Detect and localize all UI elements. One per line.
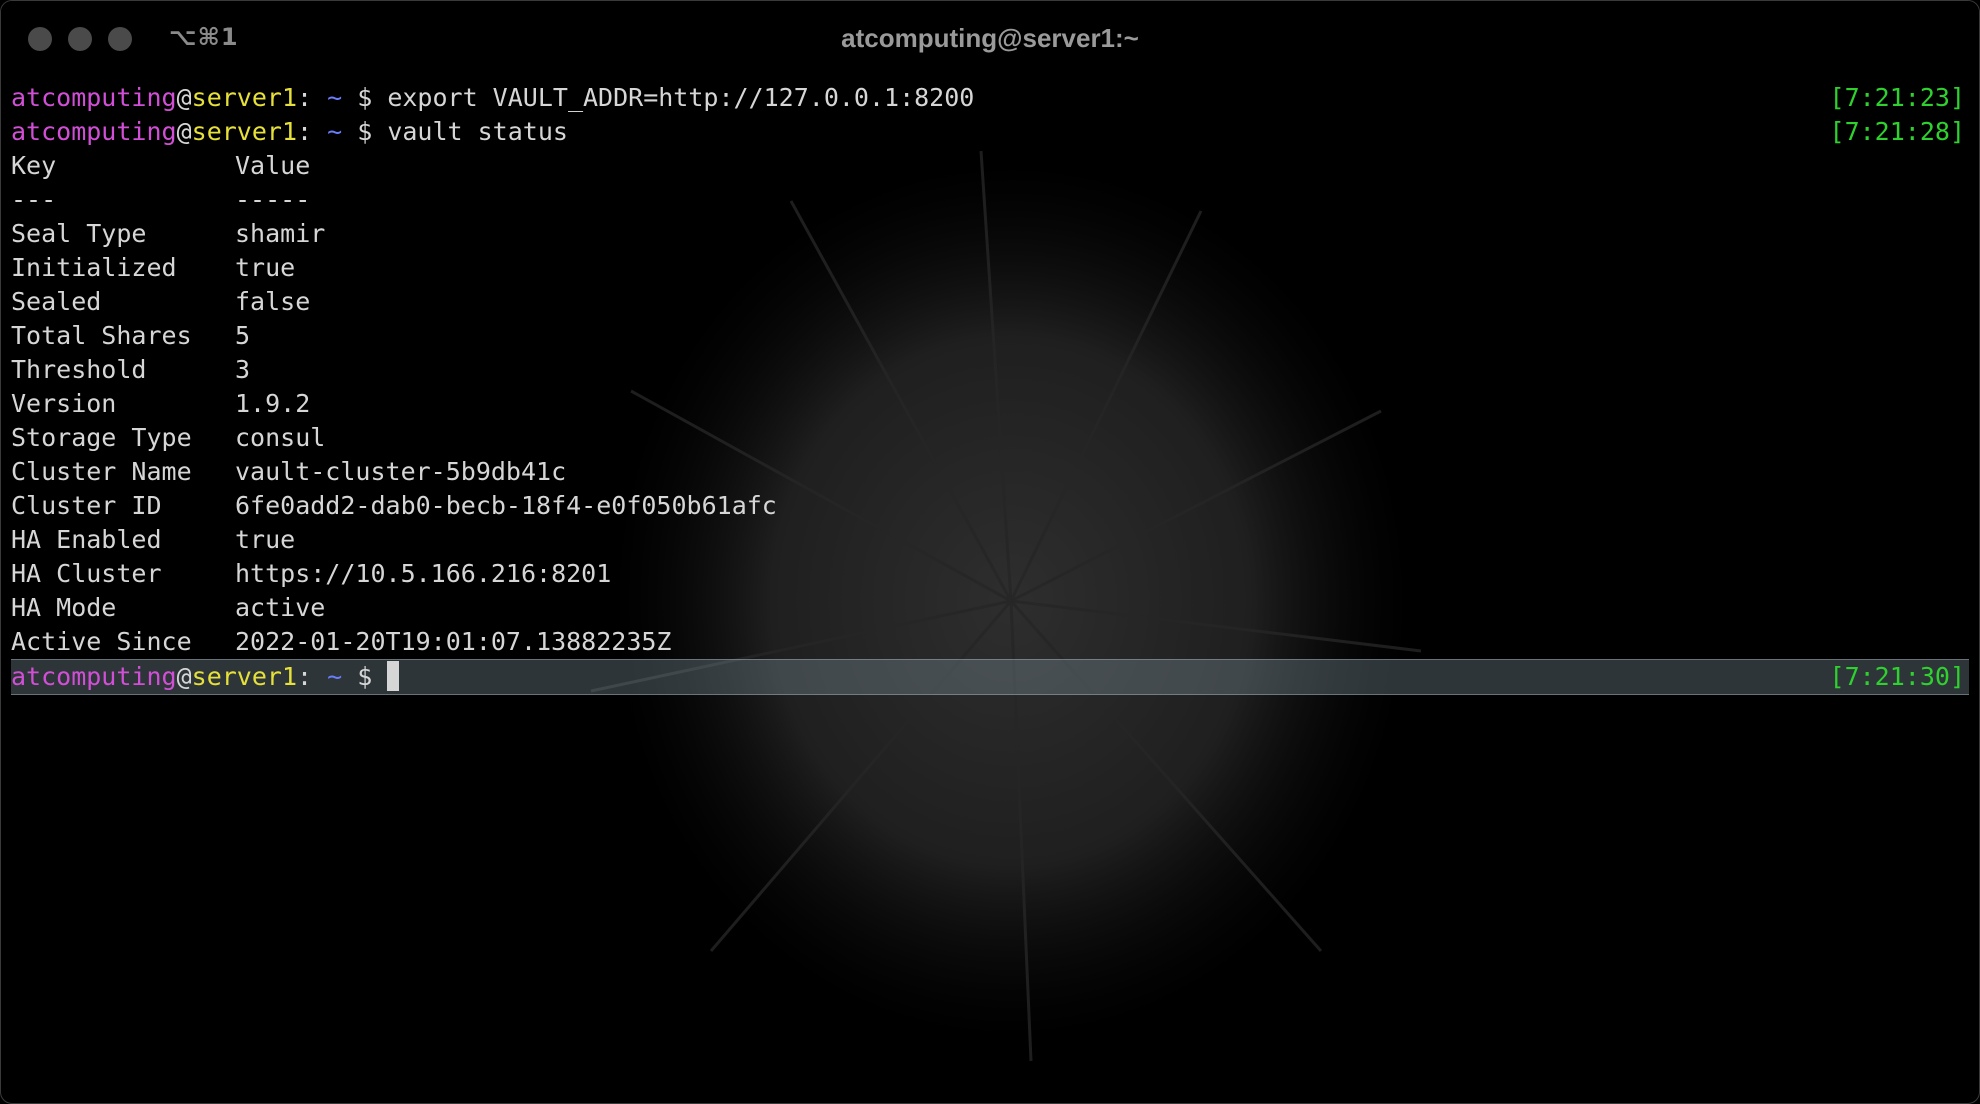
current-prompt-line[interactable]: atcomputing@server1: ~ $ [7:21:30] (11, 659, 1969, 695)
status-row: Seal Type shamir (11, 217, 1969, 251)
status-row: HA Mode active (11, 591, 1969, 625)
status-value: consul (235, 423, 326, 452)
status-key: Version (11, 389, 117, 418)
timestamp: [7:21:23] (1829, 83, 1965, 112)
timestamp: [7:21:30] (1829, 662, 1965, 691)
status-value: true (235, 253, 296, 282)
status-key: Sealed (11, 287, 102, 316)
status-row: Total Shares 5 (11, 319, 1969, 353)
status-key-header: Key (11, 151, 57, 180)
command-line: atcomputing@server1: ~ $ vault status [7:… (11, 115, 1969, 149)
command-text: export VAULT_ADDR=http://127.0.0.1:8200 (387, 83, 975, 112)
status-key: Storage Type (11, 423, 192, 452)
status-key-divider: --- (11, 185, 57, 214)
status-header-row: Key Value (11, 149, 1969, 183)
prompt-user: atcomputing (11, 83, 177, 112)
prompt-host: server1 (191, 662, 297, 691)
status-row: Cluster ID 6fe0add2-dab0-becb-18f4-e0f050… (11, 489, 1969, 523)
status-key: HA Enabled (11, 525, 162, 554)
status-row: Sealed false (11, 285, 1969, 319)
terminal-window: ⌥⌘1 atcomputing@server1:~ atcomputing@se… (0, 0, 1980, 1104)
status-key: Total Shares (11, 321, 192, 350)
timestamp: [7:21:28] (1829, 117, 1965, 146)
status-row: HA Cluster https://10.5.166.216:8201 (11, 557, 1969, 591)
status-row: Storage Type consul (11, 421, 1969, 455)
status-value: 1.9.2 (235, 389, 311, 418)
prompt-dir: ~ (327, 117, 343, 146)
status-value: active (235, 593, 326, 622)
prompt-dir: ~ (327, 662, 343, 691)
prompt-symbol: $ (342, 117, 388, 146)
prompt-symbol: $ (342, 83, 388, 112)
text-cursor[interactable] (387, 661, 400, 691)
status-row: Initialized true (11, 251, 1969, 285)
prompt-at: @ (176, 117, 192, 146)
status-value-divider: ----- (235, 185, 311, 214)
prompt-separator: : (297, 117, 328, 146)
status-value: 2022-01-20T19:01:07.13882235Z (235, 627, 672, 656)
prompt-host: server1 (191, 117, 297, 146)
status-key: Seal Type (11, 219, 147, 248)
status-value: https://10.5.166.216:8201 (235, 559, 612, 588)
window-title: atcomputing@server1:~ (841, 23, 1139, 53)
status-key: HA Mode (11, 593, 117, 622)
status-key: Active Since (11, 627, 192, 656)
status-value: false (235, 287, 311, 316)
status-key: Cluster ID (11, 491, 162, 520)
status-key: Initialized (11, 253, 177, 282)
prompt-symbol: $ (342, 662, 388, 691)
status-value: 5 (235, 321, 251, 350)
command-line: atcomputing@server1: ~ $ export VAULT_AD… (11, 81, 1969, 115)
status-row: HA Enabled true (11, 523, 1969, 557)
prompt-at: @ (176, 83, 192, 112)
status-value: 3 (235, 355, 251, 384)
status-value: 6fe0add2-dab0-becb-18f4-e0f050b61afc (235, 491, 777, 520)
status-key: Threshold (11, 355, 147, 384)
status-value-header: Value (235, 151, 311, 180)
status-value: shamir (235, 219, 326, 248)
prompt-dir: ~ (327, 83, 343, 112)
status-key: HA Cluster (11, 559, 162, 588)
terminal-output[interactable]: atcomputing@server1: ~ $ export VAULT_AD… (11, 81, 1969, 695)
status-divider-row: --- ----- (11, 183, 1969, 217)
prompt-user: atcomputing (11, 662, 177, 691)
command-text: vault status (387, 117, 568, 146)
prompt-host: server1 (191, 83, 297, 112)
status-value: true (235, 525, 296, 554)
prompt-user: atcomputing (11, 117, 177, 146)
prompt-separator: : (297, 83, 328, 112)
status-row: Version 1.9.2 (11, 387, 1969, 421)
prompt-separator: : (297, 662, 328, 691)
status-key: Cluster Name (11, 457, 192, 486)
prompt-at: @ (176, 662, 192, 691)
status-row: Active Since 2022-01-20T19:01:07.13882235… (11, 625, 1969, 659)
status-value: vault-cluster-5b9db41c (235, 457, 567, 486)
status-row: Cluster Name vault-cluster-5b9db41c (11, 455, 1969, 489)
title-bar: ⌥⌘1 atcomputing@server1:~ (1, 1, 1979, 77)
status-row: Threshold 3 (11, 353, 1969, 387)
